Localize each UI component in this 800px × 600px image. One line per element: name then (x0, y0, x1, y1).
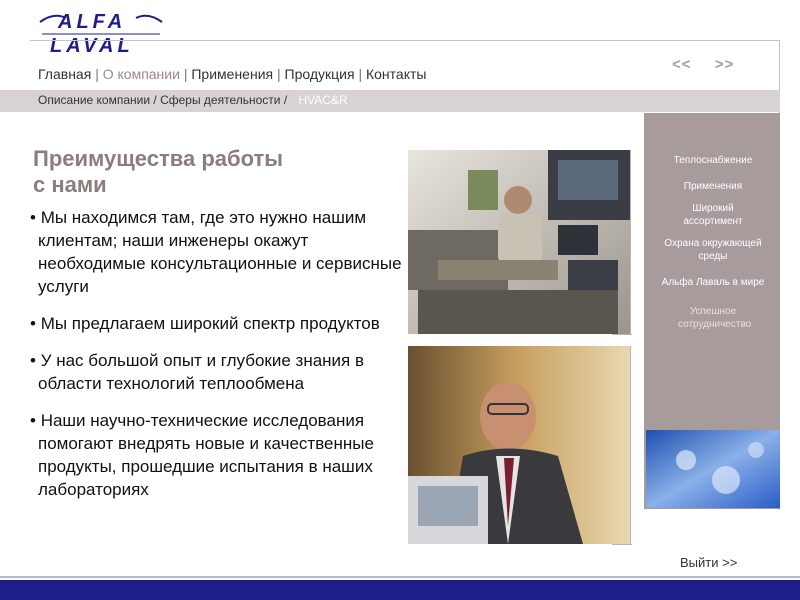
breadcrumb-item-activities[interactable]: Сферы деятельности (160, 93, 280, 107)
page-title-line-2: с нами (33, 172, 107, 197)
page-title: Преимущества работы с нами (33, 146, 363, 198)
alfa-laval-logo[interactable]: ALFA LAVAL (36, 4, 166, 56)
benefit-item: Мы предлагаем широкий спектр продуктов (30, 312, 410, 335)
nav-separator: | (183, 66, 188, 82)
svg-text:LAVAL: LAVAL (50, 35, 134, 56)
nav-applications[interactable]: Применения (191, 66, 273, 82)
svg-text:ALFA: ALFA (57, 11, 126, 33)
breadcrumb-item-company[interactable]: Описание компании (38, 93, 150, 107)
breadcrumb-current: HVAC&R (298, 93, 348, 107)
nav-about[interactable]: О компании (103, 66, 180, 82)
breadcrumb-separator: / (283, 93, 291, 107)
photo-frame-line (612, 334, 632, 335)
photo-frame-line (630, 346, 631, 544)
benefits-list: Мы находимся там, где это нужно нашим кл… (30, 206, 410, 515)
sidebar-item-cooperation[interactable]: Успешное сотрудничество (648, 305, 778, 331)
photo-frame-line (612, 544, 632, 545)
sidebar-item-wide-range[interactable]: Широкий ассортимент (648, 202, 778, 228)
office-engineer-photo (408, 150, 630, 334)
footer-accent-line (0, 576, 800, 578)
nav-contacts[interactable]: Контакты (366, 66, 426, 82)
nav-products[interactable]: Продукция (285, 66, 355, 82)
slide-navigation: << >> (672, 56, 752, 73)
nav-home[interactable]: Главная (38, 66, 91, 82)
benefit-item: У нас большой опыт и глубокие знания в о… (30, 349, 410, 395)
prev-button[interactable]: << (672, 56, 692, 73)
breadcrumb: Описание компании / Сферы деятельности /… (38, 93, 348, 107)
benefit-item: Мы находимся там, где это нужно нашим кл… (30, 206, 410, 298)
next-button[interactable]: >> (715, 56, 735, 73)
sidebar-item-applications[interactable]: Применения (648, 180, 778, 193)
nav-separator: | (276, 66, 285, 82)
water-splash-image (646, 430, 780, 508)
benefit-item: Наши научно-технические исследования пом… (30, 409, 410, 501)
sidebar-item-alfa-laval-world[interactable]: Альфа Лаваль в мире (648, 276, 778, 289)
page-title-line-1: Преимущества работы (33, 146, 284, 171)
sidebar-item-heating[interactable]: Теплоснабжение (648, 154, 778, 167)
engineer-laptop-photo (408, 346, 630, 544)
top-navigation: Главная | О компании | Применения | Прод… (38, 66, 426, 82)
exit-link[interactable]: Выйти >> (680, 555, 737, 570)
footer-bar (0, 580, 800, 600)
header-divider-top (30, 40, 780, 41)
nav-separator: | (358, 66, 366, 82)
photo-frame-line (630, 150, 631, 334)
nav-separator: | (95, 66, 103, 82)
sidebar-item-environment[interactable]: Охрана окружающей среды (648, 237, 778, 263)
